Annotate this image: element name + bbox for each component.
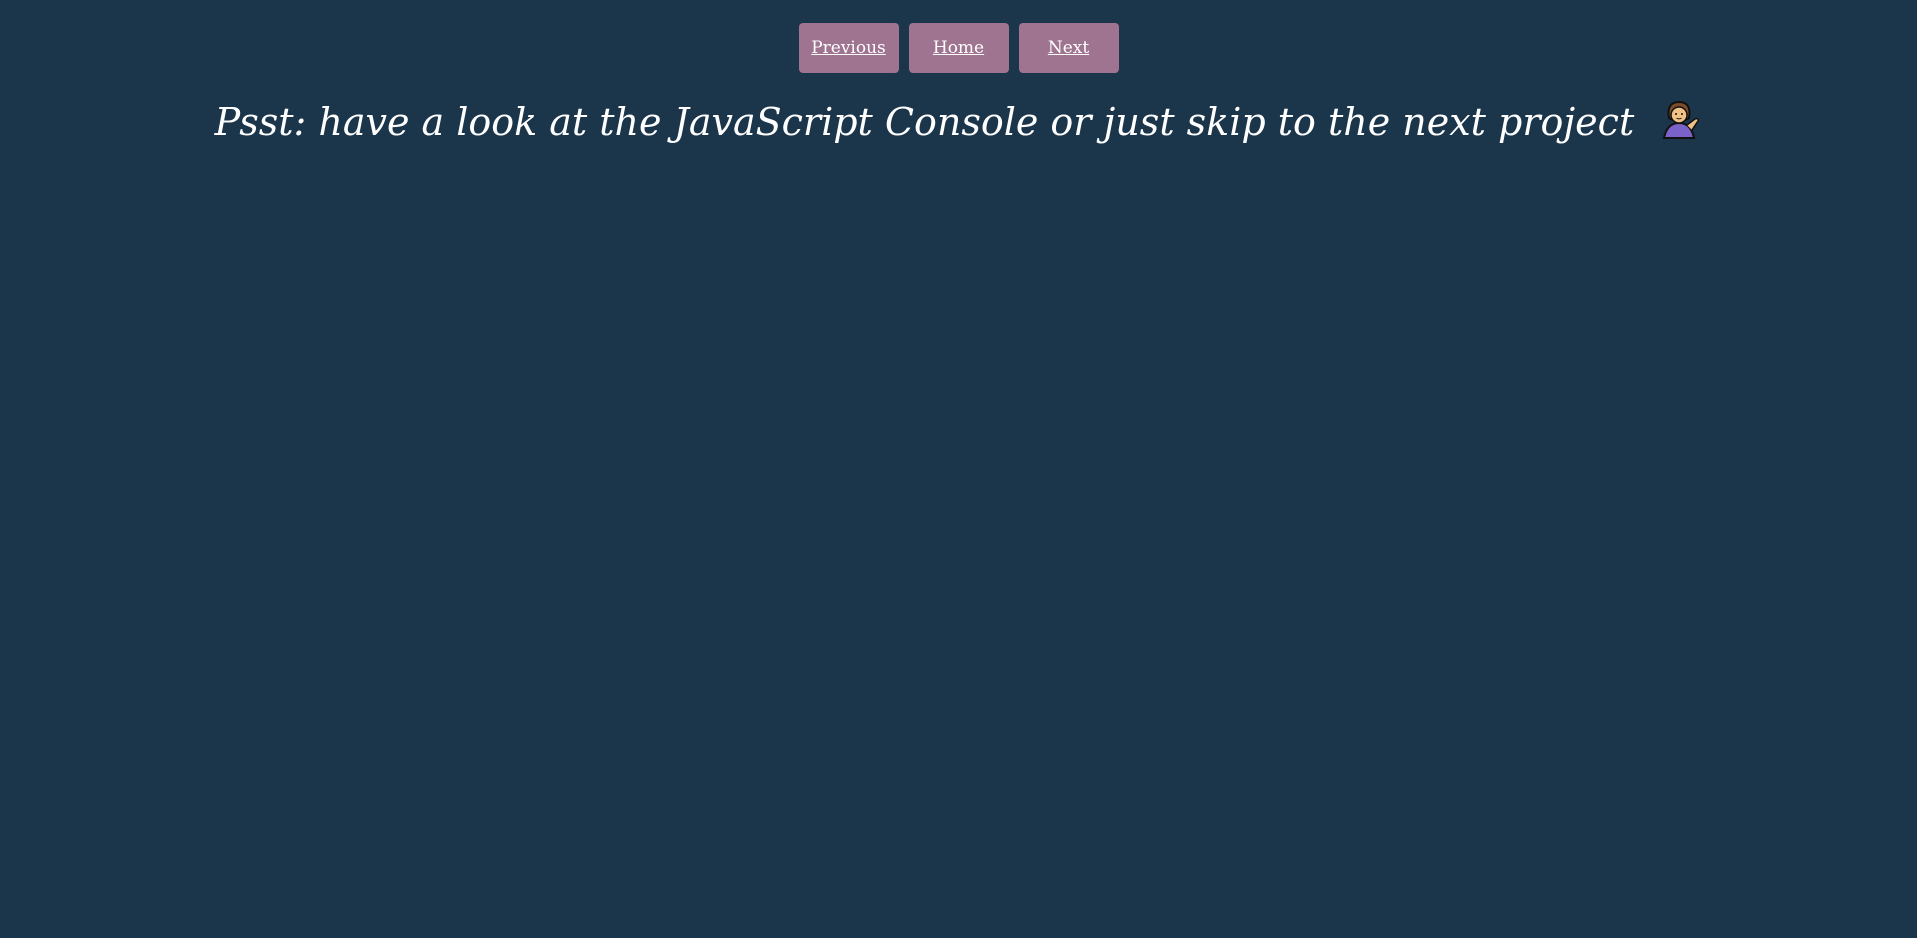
home-button[interactable]: Home (908, 23, 1009, 73)
next-button[interactable]: Next (1018, 23, 1119, 73)
previous-button[interactable]: Previous (798, 23, 899, 73)
project-navigation: Previous Home Next (0, 23, 1917, 73)
person-tipping-hand-icon (1656, 97, 1702, 143)
console-hint: Psst: have a look at the JavaScript Cons… (0, 96, 1917, 148)
console-hint-text: Psst: have a look at the JavaScript Cons… (214, 100, 1635, 144)
page: Previous Home Next Psst: have a look at … (0, 0, 1917, 938)
